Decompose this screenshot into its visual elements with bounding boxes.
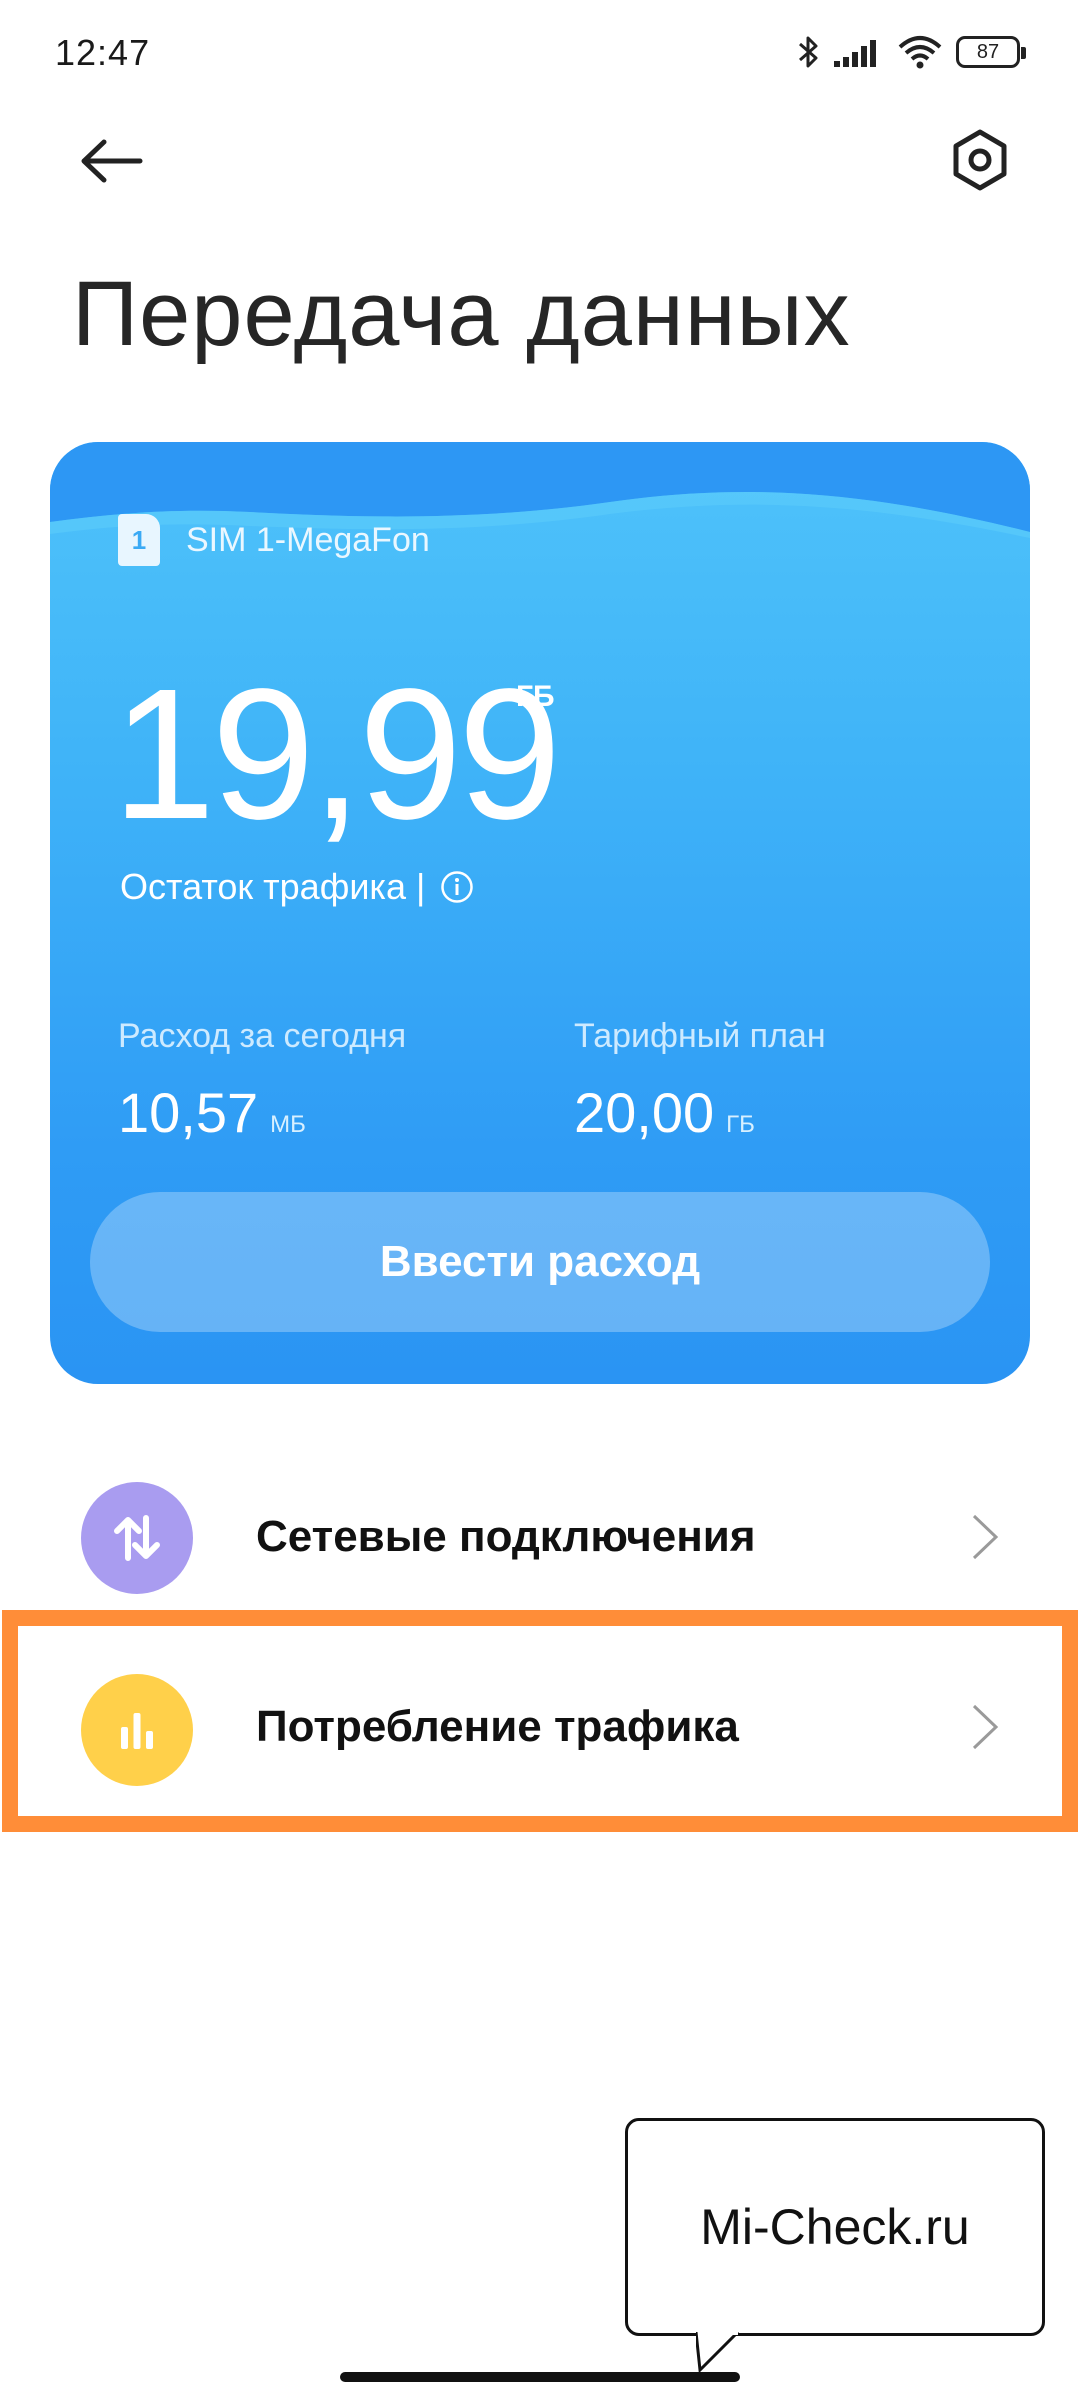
today-usage-value-row: 10,57 МБ	[118, 1080, 406, 1145]
today-usage-label: Расход за сегодня	[118, 1017, 407, 1055]
bar-chart-icon	[81, 1674, 193, 1786]
remaining-data-value: 19,99	[112, 651, 561, 858]
remaining-label-row: Остаток трафика |	[120, 866, 475, 908]
info-icon[interactable]	[439, 869, 475, 905]
signal-icon	[834, 37, 884, 67]
data-plan-label: Тарифный план	[574, 1017, 826, 1055]
battery-icon: 87	[956, 36, 1026, 68]
chevron-right-icon	[972, 1704, 999, 1750]
remaining-data-unit: ГБ	[516, 680, 555, 713]
today-usage-unit: МБ	[270, 1111, 306, 1138]
page-title: Передача данных	[72, 263, 851, 365]
sim-label: SIM 1-MegaFon	[186, 520, 430, 559]
enter-usage-button-label: Ввести расход	[379, 1237, 701, 1286]
chevron-right-icon	[972, 1514, 999, 1560]
list-item-network-connections[interactable]: Сетевые подключения	[0, 1448, 1080, 1628]
data-plan-unit: ГБ	[726, 1111, 755, 1138]
list-item-label: Сетевые подключения	[256, 1512, 756, 1561]
sim-number: 1	[131, 524, 147, 555]
enter-usage-button[interactable]: Ввести расход	[90, 1192, 990, 1332]
up-down-arrows-icon	[81, 1482, 193, 1594]
today-usage-value: 10,57	[118, 1081, 259, 1144]
data-usage-card: 1 SIM 1-MegaFon 19,99 ГБ Остаток трафика…	[50, 442, 1030, 1384]
watermark-bubble: Mi-Check.ru	[625, 2118, 1045, 2336]
list-item-traffic-consumption[interactable]: Потребление трафика	[0, 1640, 1080, 1820]
status-icons: 87	[798, 34, 1026, 70]
bluetooth-icon	[798, 34, 820, 70]
battery-level: 87	[976, 41, 1000, 63]
status-bar: 12:47 87	[0, 0, 1080, 110]
home-indicator[interactable]	[340, 2372, 740, 2382]
wifi-icon	[898, 35, 942, 69]
watermark-text: Mi-Check.ru	[700, 2199, 970, 2255]
back-button[interactable]	[72, 128, 152, 198]
data-plan-value-row: 20,00 ГБ	[574, 1080, 826, 1145]
status-time: 12:47	[55, 32, 151, 73]
arrow-left-icon	[80, 139, 144, 188]
sim-card-icon: 1	[118, 514, 160, 566]
sim-selector[interactable]: 1 SIM 1-MegaFon	[118, 514, 430, 566]
data-plan-block: Тарифный план 20,00 ГБ	[574, 1017, 826, 1145]
today-usage-block: Расход за сегодня 10,57 МБ	[118, 1017, 406, 1145]
settings-button[interactable]	[940, 122, 1020, 202]
speech-bubble-tail	[696, 2332, 740, 2374]
list-item-label: Потребление трафика	[256, 1702, 739, 1751]
gear-icon	[949, 129, 1011, 196]
remaining-data-label: Остаток трафика |	[120, 866, 426, 907]
data-plan-value: 20,00	[574, 1081, 715, 1144]
